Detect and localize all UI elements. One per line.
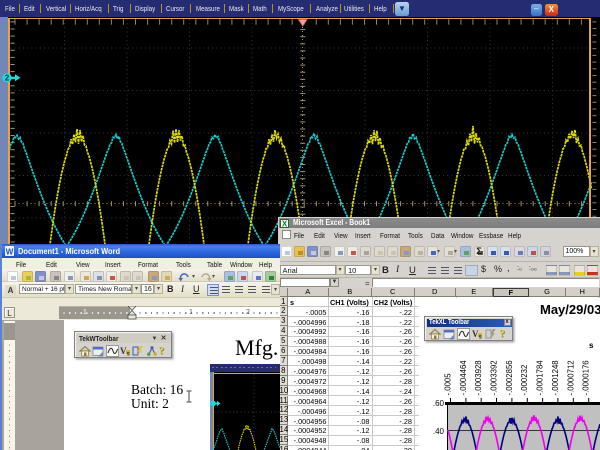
svg-text:X: X [282,219,288,228]
svg-text:2: 2 [5,74,10,83]
svg-text:W: W [6,248,14,257]
